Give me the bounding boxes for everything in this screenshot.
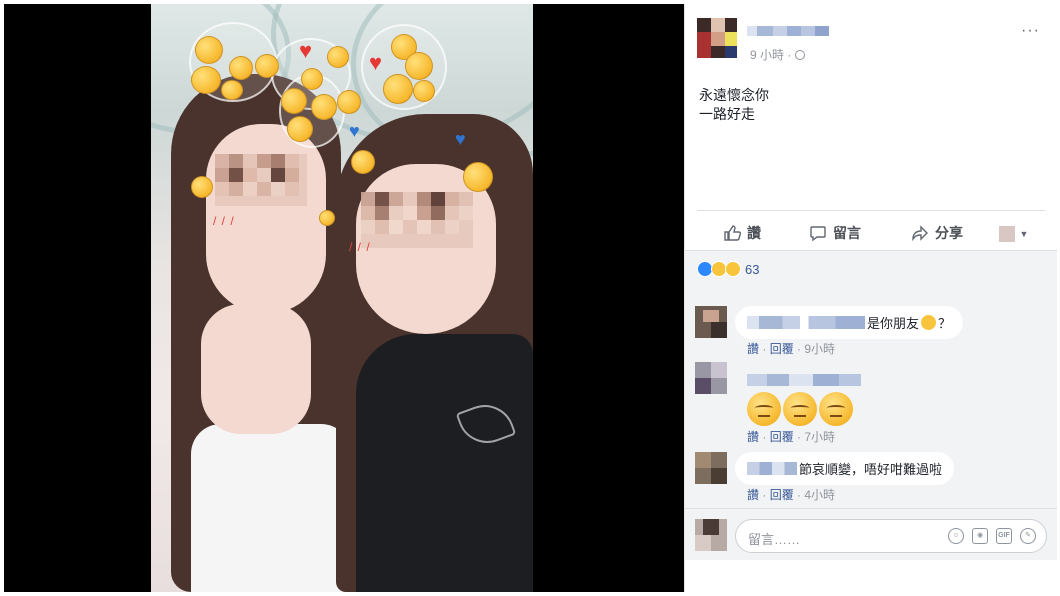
- commenter-avatar[interactable]: [695, 452, 727, 484]
- emoji-sticker: [383, 74, 413, 104]
- sticker-icon[interactable]: ✎: [1020, 528, 1036, 544]
- reactions-summary[interactable]: 63: [685, 250, 1057, 292]
- more-options-icon[interactable]: ···: [1021, 22, 1040, 40]
- commenter-avatar[interactable]: [695, 362, 727, 394]
- post-meta: 9 小時 ·: [750, 46, 805, 63]
- react-as-selector[interactable]: ▼: [999, 225, 1028, 243]
- emoji-sticker: [405, 52, 433, 80]
- comment-suffix: ？: [938, 316, 952, 331]
- post-photo[interactable]: / / / / / / ♥ ♥ ♥ ♥: [151, 4, 533, 592]
- comment-reply-link[interactable]: 回覆: [770, 488, 794, 502]
- camera-icon[interactable]: ◉: [972, 528, 988, 544]
- comment-actions: 讚 · 回覆 · 9小時: [747, 342, 836, 356]
- post-text: 永遠懷念你 一路好走: [699, 86, 769, 124]
- commenter-name-redacted[interactable]: [747, 374, 861, 386]
- comment-actions: 讚 · 回覆 · 4小時: [747, 488, 836, 502]
- commenter-name-redacted[interactable]: [747, 462, 797, 475]
- share-button[interactable]: 分享: [911, 223, 963, 243]
- comment-bubble: 是你朋友 ？: [735, 306, 964, 339]
- left-person-neck: [201, 304, 311, 434]
- post-action-bar: 讚 留言 分享 ▼: [697, 210, 1045, 252]
- comment-like-link[interactable]: 讚: [747, 430, 759, 444]
- emoji-sticker: [281, 88, 307, 114]
- gif-icon[interactable]: GIF: [996, 528, 1012, 544]
- heart-eyes-sticker: [351, 150, 375, 174]
- commenter-avatar[interactable]: [695, 306, 727, 338]
- comment-bubble: 節哀順變，唔好咁難過啦: [735, 452, 955, 485]
- photo-viewer[interactable]: / / / / / / ♥ ♥ ♥ ♥: [4, 4, 684, 592]
- heart-sticker: ♥: [369, 50, 383, 75]
- emoji-sticker: [413, 80, 435, 102]
- share-button-label: 分享: [935, 225, 963, 241]
- comments-list: 是你朋友 ？ 讚 · 回覆 · 9小時 讚 · 回覆 · 7小時 節哀順變，唔好…: [685, 292, 1057, 508]
- comment-time[interactable]: 4小時: [804, 488, 835, 502]
- emoji-sticker: [229, 56, 253, 80]
- emoji-sticker: [311, 94, 337, 120]
- emoji-sticker: [195, 36, 223, 64]
- emoji-icon[interactable]: ☺: [948, 528, 964, 544]
- emoji-sticker: [301, 68, 323, 90]
- post-text-line: 一路好走: [699, 106, 755, 122]
- comment-actions: 讚 · 回覆 · 7小時: [747, 430, 836, 444]
- heart-eyes-sticker: [463, 162, 493, 192]
- blue-heart-sticker: ♥: [349, 121, 360, 141]
- blue-heart-sticker: ♥: [455, 129, 466, 149]
- reaction-count[interactable]: 63: [745, 262, 759, 277]
- comment-reply-link[interactable]: 回覆: [770, 430, 794, 444]
- comment-button-label: 留言: [833, 225, 861, 241]
- author-avatar[interactable]: [697, 18, 737, 58]
- face-blur: [361, 192, 473, 248]
- emoji-sticker: [337, 90, 361, 114]
- blush-mark: / / /: [213, 214, 235, 228]
- like-button[interactable]: 讚: [723, 223, 761, 243]
- pensive-face-emoji: [747, 392, 781, 426]
- commenter-name-redacted[interactable]: [747, 316, 865, 329]
- emoji-sticker: [287, 116, 313, 142]
- emoji-sticker: [327, 46, 349, 68]
- emoji-sticker: [191, 66, 221, 94]
- viewer-avatar: [695, 519, 727, 551]
- pensive-face-emoji: [819, 392, 853, 426]
- comment-like-link[interactable]: 讚: [747, 342, 759, 356]
- blush-mark: / / /: [349, 240, 371, 254]
- pensive-face-emoji: [783, 392, 817, 426]
- comment-text: 節哀順變，唔好咁難過啦: [799, 462, 943, 477]
- comment-composer: 留言…… ☺ ◉ GIF ✎: [685, 508, 1057, 560]
- emoji-sticker: [319, 210, 335, 226]
- comment-icon: [810, 226, 826, 242]
- photo-theater: / / / / / / ♥ ♥ ♥ ♥ 9 小時 · ··· 永遠懷念你 一路好…: [0, 0, 1060, 596]
- comment-time[interactable]: 9小時: [804, 342, 835, 356]
- comment-button[interactable]: 留言: [809, 223, 861, 243]
- post-text-line: 永遠懷念你: [699, 87, 769, 103]
- thumbs-up-icon: [724, 225, 741, 241]
- globe-icon[interactable]: [794, 50, 805, 60]
- comment-input[interactable]: 留言…… ☺ ◉ GIF ✎: [735, 519, 1047, 553]
- comment-text: 是你朋友: [867, 316, 920, 331]
- comment-like-link[interactable]: 讚: [747, 488, 759, 502]
- comment-reply-link[interactable]: 回覆: [770, 342, 794, 356]
- wow-reaction-icon: [725, 261, 741, 277]
- face-blur: [215, 154, 307, 206]
- like-button-label: 讚: [747, 225, 761, 241]
- emoji-sticker: [221, 80, 243, 100]
- left-person-top: [191, 424, 351, 592]
- comment-emoji-group: [747, 392, 855, 426]
- sad-face-emoji: [921, 315, 937, 330]
- post-timestamp[interactable]: 9 小時: [750, 48, 784, 62]
- emoji-sticker: [191, 176, 213, 198]
- comment-time[interactable]: 7小時: [804, 430, 835, 444]
- emoji-sticker: [255, 54, 279, 78]
- heart-sticker: ♥: [299, 38, 313, 63]
- comment-input-placeholder: 留言……: [748, 532, 801, 547]
- chevron-down-icon: ▼: [1019, 228, 1029, 239]
- right-person-shirt: [356, 334, 533, 592]
- share-icon: [912, 225, 928, 242]
- post-panel: 9 小時 · ··· 永遠懷念你 一路好走 讚 留言 分享 ▼ 63 是你朋友 …: [684, 4, 1057, 592]
- author-name-redacted[interactable]: [747, 24, 829, 38]
